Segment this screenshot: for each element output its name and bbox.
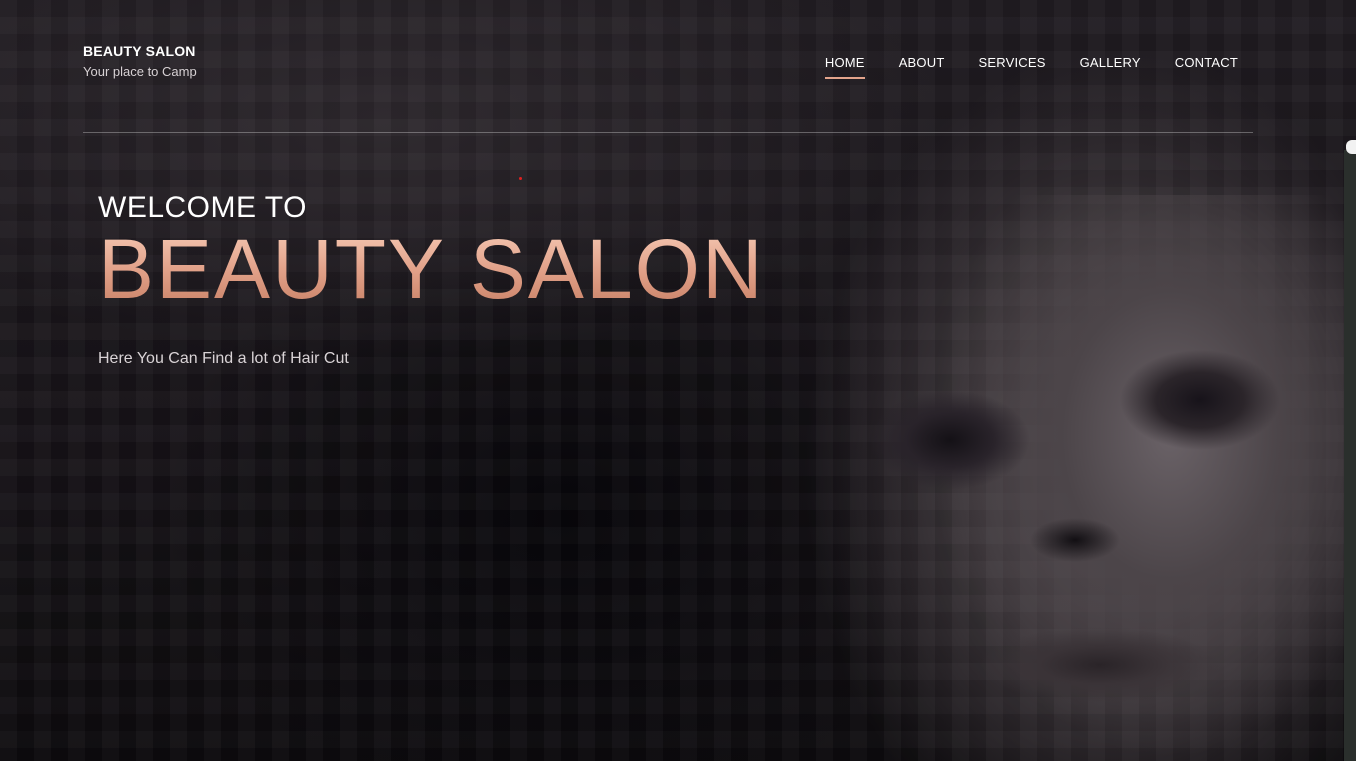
hero-content: WELCOME TO BEAUTY SALON Here You Can Fin… — [98, 190, 765, 368]
hero-title: BEAUTY SALON — [98, 222, 765, 316]
nav-item-services[interactable]: SERVICES — [978, 55, 1045, 79]
nav-item-gallery[interactable]: GALLERY — [1080, 55, 1141, 79]
nav-item-home[interactable]: HOME — [824, 55, 865, 79]
face-lips — [980, 625, 1220, 705]
face-shading — [930, 195, 1350, 761]
header-divider — [83, 132, 1253, 133]
side-scroll-handle[interactable] — [1346, 140, 1356, 154]
side-scroll-track[interactable] — [1344, 150, 1356, 761]
brand-tagline: Your place to Camp — [83, 64, 197, 79]
nav-item-about[interactable]: ABOUT — [899, 55, 945, 79]
hero-subtitle: Here You Can Find a lot of Hair Cut — [98, 350, 349, 367]
red-dot-marker — [519, 177, 522, 180]
face-eye-right — [1120, 345, 1280, 455]
face-eye-left — [870, 385, 1030, 495]
main-nav: HOME ABOUT SERVICES GALLERY CONTACT — [824, 55, 1238, 79]
hero-welcome-text: WELCOME TO — [98, 191, 307, 224]
background-texture — [0, 0, 1356, 761]
hero-section: BEAUTY SALON Your place to Camp HOME ABO… — [0, 0, 1356, 761]
face-nose — [1030, 515, 1120, 565]
brand-name[interactable]: BEAUTY SALON — [83, 43, 197, 59]
brand-logo[interactable]: BEAUTY SALON Your place to Camp — [83, 43, 197, 79]
nav-item-contact[interactable]: CONTACT — [1175, 55, 1238, 79]
hero-background-image — [850, 195, 1350, 761]
